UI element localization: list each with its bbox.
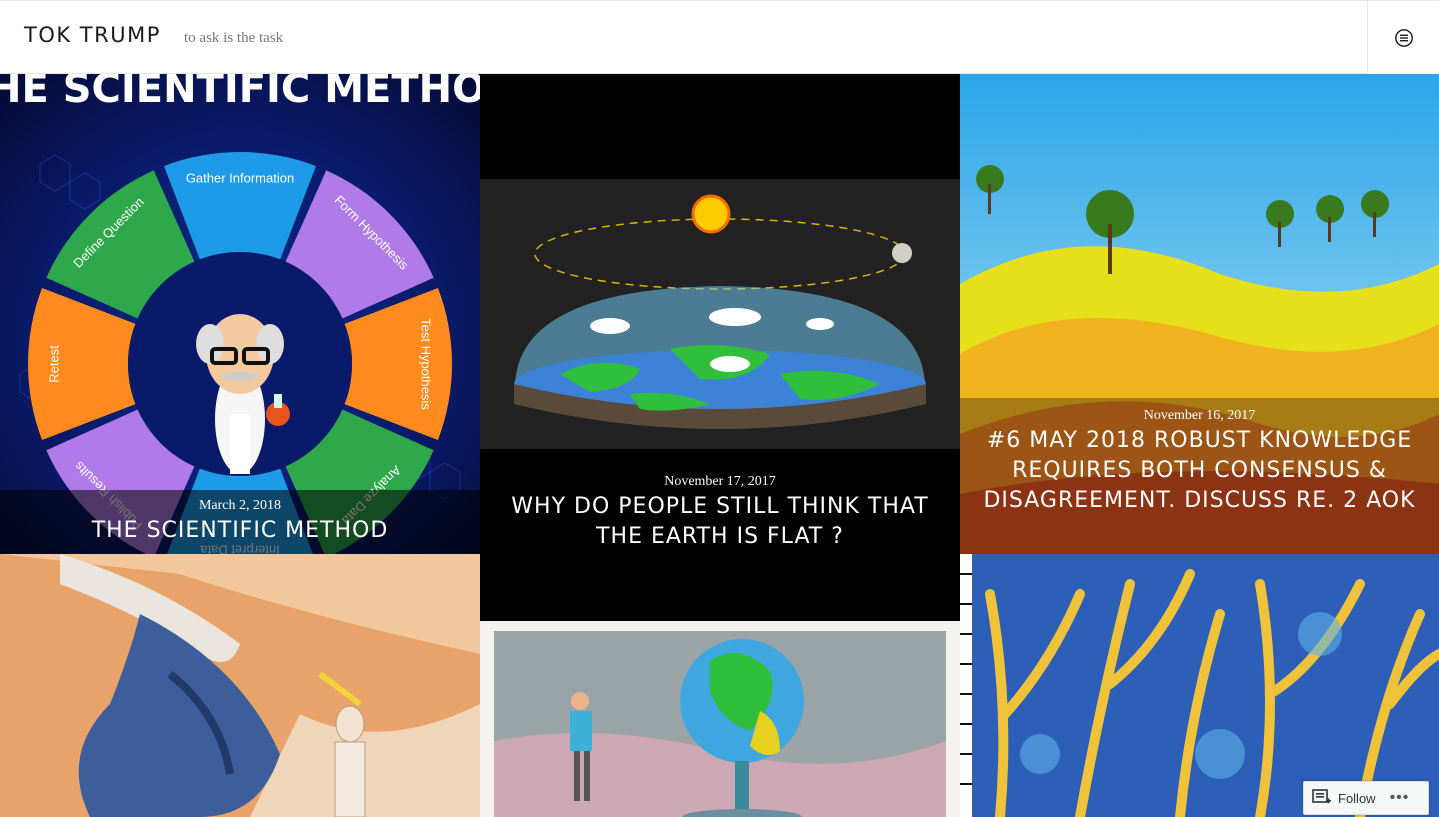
site-header: TOK TRUMP to ask is the task	[0, 0, 1439, 74]
follow-label: Follow	[1338, 790, 1376, 806]
post-title[interactable]: #6 MAY 2018 ROBUST KNOWLEDGE REQUIRES BO…	[980, 426, 1419, 516]
post-date[interactable]: November 17, 2017	[500, 474, 940, 490]
post-tile-flat-earth[interactable]: November 17, 2017 WHY DO PEOPLE STILL TH…	[480, 74, 960, 621]
post-title[interactable]: THE SCIENTIFIC METHOD	[20, 516, 460, 546]
post-date[interactable]: March 2, 2018	[20, 498, 460, 514]
post-caption: March 2, 2018 THE SCIENTIFIC METHOD	[0, 490, 480, 554]
post-tile-trees-watercolor[interactable]	[960, 554, 1439, 817]
hamburger-icon	[1394, 28, 1413, 47]
post-caption: November 16, 2017 #6 MAY 2018 ROBUST KNO…	[960, 398, 1439, 554]
site-tagline: to ask is the task	[184, 30, 284, 46]
post-tile-robust-knowledge[interactable]: November 16, 2017 #6 MAY 2018 ROBUST KNO…	[960, 74, 1439, 554]
menu-toggle-button[interactable]	[1367, 1, 1439, 74]
post-tile-angel-watercolor[interactable]	[0, 554, 480, 817]
method-step-label: Retest	[46, 345, 61, 383]
earth-watercolor-image	[480, 621, 960, 817]
follow-bar: Follow •••	[1303, 781, 1429, 815]
post-date[interactable]: November 16, 2017	[980, 408, 1419, 424]
site-title[interactable]: TOK TRUMP	[24, 23, 161, 47]
follow-button[interactable]: Follow	[1312, 789, 1376, 807]
reader-follow-icon	[1312, 789, 1331, 804]
angel-watercolor-image	[0, 554, 480, 817]
post-tile-scientific-method[interactable]: THE SCIENTIFIC METHOD Gather Information…	[0, 74, 480, 554]
trees-watercolor-image	[960, 554, 1439, 817]
scientific-method-image: THE SCIENTIFIC METHOD Gather Information…	[0, 74, 480, 554]
method-step-label: Test Hypothesis	[419, 318, 434, 410]
post-caption: November 17, 2017 WHY DO PEOPLE STILL TH…	[480, 466, 960, 560]
post-title[interactable]: WHY DO PEOPLE STILL THINK THAT THE EARTH…	[500, 492, 940, 552]
more-icon[interactable]: •••	[1390, 789, 1410, 807]
method-step-label: Gather Information	[186, 170, 294, 185]
scientific-method-heading: THE SCIENTIFIC METHOD	[0, 74, 480, 112]
post-tile-earth-watercolor[interactable]	[480, 621, 960, 817]
